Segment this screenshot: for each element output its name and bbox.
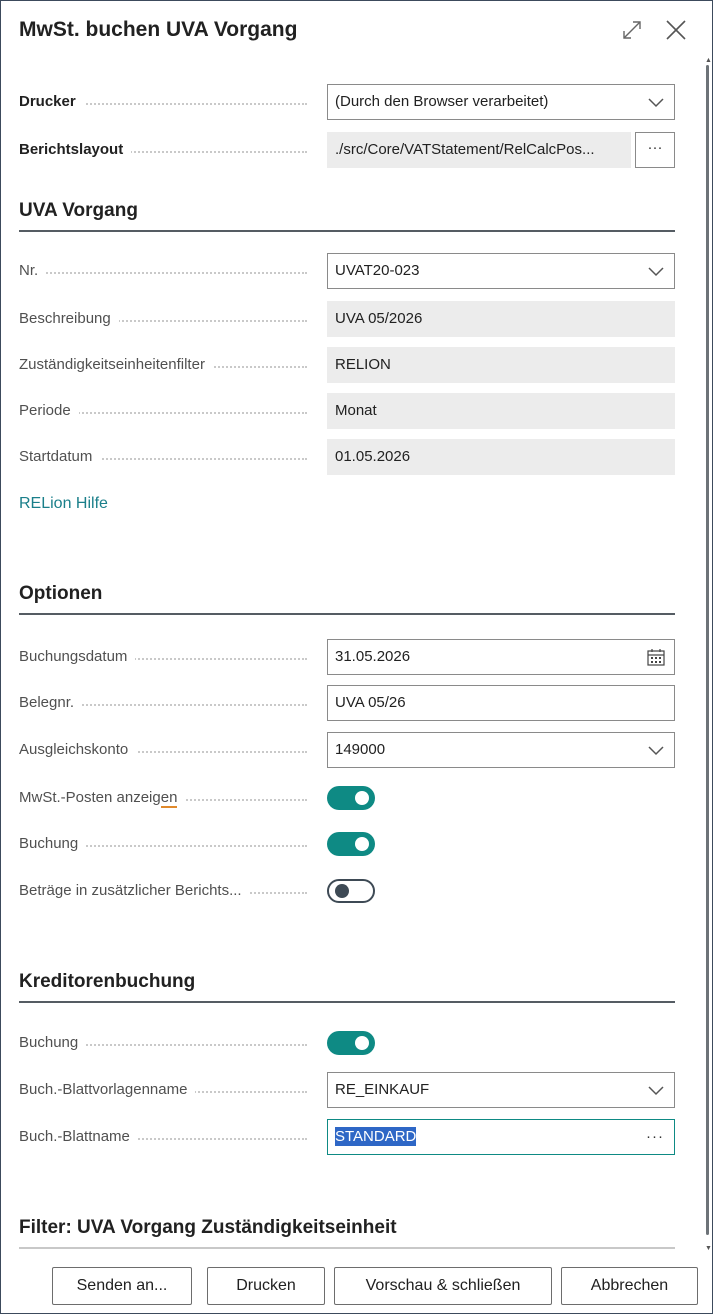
filter-label: Zuständigkeitseinheitenfilter bbox=[19, 347, 319, 383]
buchungsdatum-label: Buchungsdatum bbox=[19, 639, 319, 675]
kreditor-buchung-row: Buchung bbox=[19, 1025, 675, 1061]
title-bar: MwSt. buchen UVA Vorgang bbox=[1, 1, 712, 61]
berichtslayout-value: ./src/Core/VATStatement/RelCalcPos... bbox=[335, 141, 595, 158]
periode-label: Periode bbox=[19, 393, 319, 429]
scrollbar-thumb[interactable] bbox=[706, 65, 709, 1235]
betraege-label: Beträge in zusätzlicher Berichts... bbox=[19, 873, 319, 909]
drucker-label: Drucker bbox=[19, 84, 319, 120]
startdatum-field: 01.05.2026 bbox=[327, 439, 675, 475]
chevron-down-icon bbox=[648, 267, 664, 277]
buchung-toggle[interactable] bbox=[327, 832, 375, 856]
buchung-row: Buchung bbox=[19, 826, 675, 862]
dialog-window: MwSt. buchen UVA Vorgang ▲ ▼ Drucker (Du… bbox=[0, 0, 713, 1314]
blattname-label: Buch.-Blattname bbox=[19, 1119, 319, 1155]
calendar-icon[interactable] bbox=[647, 649, 665, 666]
berichtslayout-label: Berichtslayout bbox=[19, 132, 319, 168]
buchung-label: Buchung bbox=[19, 826, 319, 862]
posten-anzeigen-label: MwSt.-Posten anzeigen bbox=[19, 780, 319, 816]
drucken-button[interactable]: Drucken bbox=[207, 1267, 325, 1305]
buchungsdatum-value: 31.05.2026 bbox=[335, 648, 411, 665]
periode-row: Periode Monat bbox=[19, 393, 675, 429]
belegnr-row: Belegnr. UVA 05/26 bbox=[19, 685, 675, 721]
vertical-scrollbar[interactable]: ▲ ▼ bbox=[705, 57, 712, 1252]
drucker-select[interactable]: (Durch den Browser verarbeitet) bbox=[327, 84, 675, 120]
chevron-down-icon bbox=[648, 98, 664, 108]
scroll-up-icon[interactable]: ▲ bbox=[705, 57, 712, 64]
vorlagenname-value: RE_EINKAUF bbox=[335, 1081, 430, 1098]
section-title-uva-vorgang[interactable]: UVA Vorgang bbox=[19, 200, 675, 232]
dialog-title: MwSt. buchen UVA Vorgang bbox=[19, 18, 298, 41]
blattname-row: Buch.-Blattname STANDARD ··· bbox=[19, 1119, 675, 1155]
senden-an-button[interactable]: Senden an... bbox=[52, 1267, 192, 1305]
beschreibung-row: Beschreibung UVA 05/2026 bbox=[19, 301, 675, 337]
beschreibung-field: UVA 05/2026 bbox=[327, 301, 675, 337]
belegnr-input[interactable]: UVA 05/26 bbox=[327, 685, 675, 721]
buchungsdatum-row: Buchungsdatum 31.05.2026 bbox=[19, 639, 675, 675]
kreditor-buchung-toggle[interactable] bbox=[327, 1031, 375, 1055]
filter-field: RELION bbox=[327, 347, 675, 383]
vorlagenname-label: Buch.-Blattvorlagenname bbox=[19, 1072, 319, 1108]
betraege-toggle[interactable] bbox=[327, 879, 375, 903]
section-title-filter[interactable]: Filter: UVA Vorgang Zuständigkeitseinhei… bbox=[19, 1217, 675, 1249]
nr-select[interactable]: UVAT20-023 bbox=[327, 253, 675, 289]
posten-anzeigen-row: MwSt.-Posten anzeigen bbox=[19, 780, 675, 816]
nr-row: Nr. UVAT20-023 bbox=[19, 253, 675, 289]
ausgleichskonto-value: 149000 bbox=[335, 741, 386, 758]
drucker-row: Drucker (Durch den Browser verarbeitet) bbox=[19, 84, 675, 120]
periode-field: Monat bbox=[327, 393, 675, 429]
vorlagenname-row: Buch.-Blattvorlagenname RE_EINKAUF bbox=[19, 1072, 675, 1108]
berichtslayout-row: Berichtslayout ./src/Core/VATStatement/R… bbox=[19, 132, 675, 168]
blattname-input[interactable]: STANDARD ··· bbox=[327, 1119, 675, 1155]
beschreibung-label: Beschreibung bbox=[19, 301, 319, 337]
buchungsdatum-input[interactable]: 31.05.2026 bbox=[327, 639, 675, 675]
close-icon[interactable] bbox=[664, 18, 688, 42]
berichtslayout-field[interactable]: ./src/Core/VATStatement/RelCalcPos... bbox=[327, 132, 631, 168]
drucker-value: (Durch den Browser verarbeitet) bbox=[335, 93, 549, 110]
section-title-kreditorenbuchung[interactable]: Kreditorenbuchung bbox=[19, 971, 675, 1003]
expand-icon[interactable] bbox=[620, 18, 644, 42]
scroll-down-icon[interactable]: ▼ bbox=[705, 1245, 712, 1252]
startdatum-row: Startdatum 01.05.2026 bbox=[19, 439, 675, 475]
nr-label: Nr. bbox=[19, 253, 319, 289]
ausgleichskonto-label: Ausgleichskonto bbox=[19, 732, 319, 768]
berichtslayout-assist-button[interactable]: ··· bbox=[635, 132, 675, 168]
vorlagenname-select[interactable]: RE_EINKAUF bbox=[327, 1072, 675, 1108]
startdatum-label: Startdatum bbox=[19, 439, 319, 475]
chevron-down-icon bbox=[648, 1086, 664, 1096]
blattname-value: STANDARD bbox=[335, 1127, 417, 1146]
ausgleichskonto-row: Ausgleichskonto 149000 bbox=[19, 732, 675, 768]
posten-anzeigen-toggle[interactable] bbox=[327, 786, 375, 810]
chevron-down-icon bbox=[648, 746, 664, 756]
vorschau-schliessen-button[interactable]: Vorschau & schließen bbox=[334, 1267, 552, 1305]
belegnr-label: Belegnr. bbox=[19, 685, 319, 721]
section-title-optionen[interactable]: Optionen bbox=[19, 583, 675, 615]
nr-value: UVAT20-023 bbox=[335, 262, 420, 279]
ausgleichskonto-select[interactable]: 149000 bbox=[327, 732, 675, 768]
blattname-assist-button[interactable]: ··· bbox=[646, 1120, 664, 1154]
abbrechen-button[interactable]: Abbrechen bbox=[561, 1267, 698, 1305]
filter-row: Zuständigkeitseinheitenfilter RELION bbox=[19, 347, 675, 383]
relion-hilfe-link[interactable]: RELion Hilfe bbox=[19, 495, 108, 513]
betraege-row: Beträge in zusätzlicher Berichts... bbox=[19, 873, 675, 909]
kreditor-buchung-label: Buchung bbox=[19, 1025, 319, 1061]
